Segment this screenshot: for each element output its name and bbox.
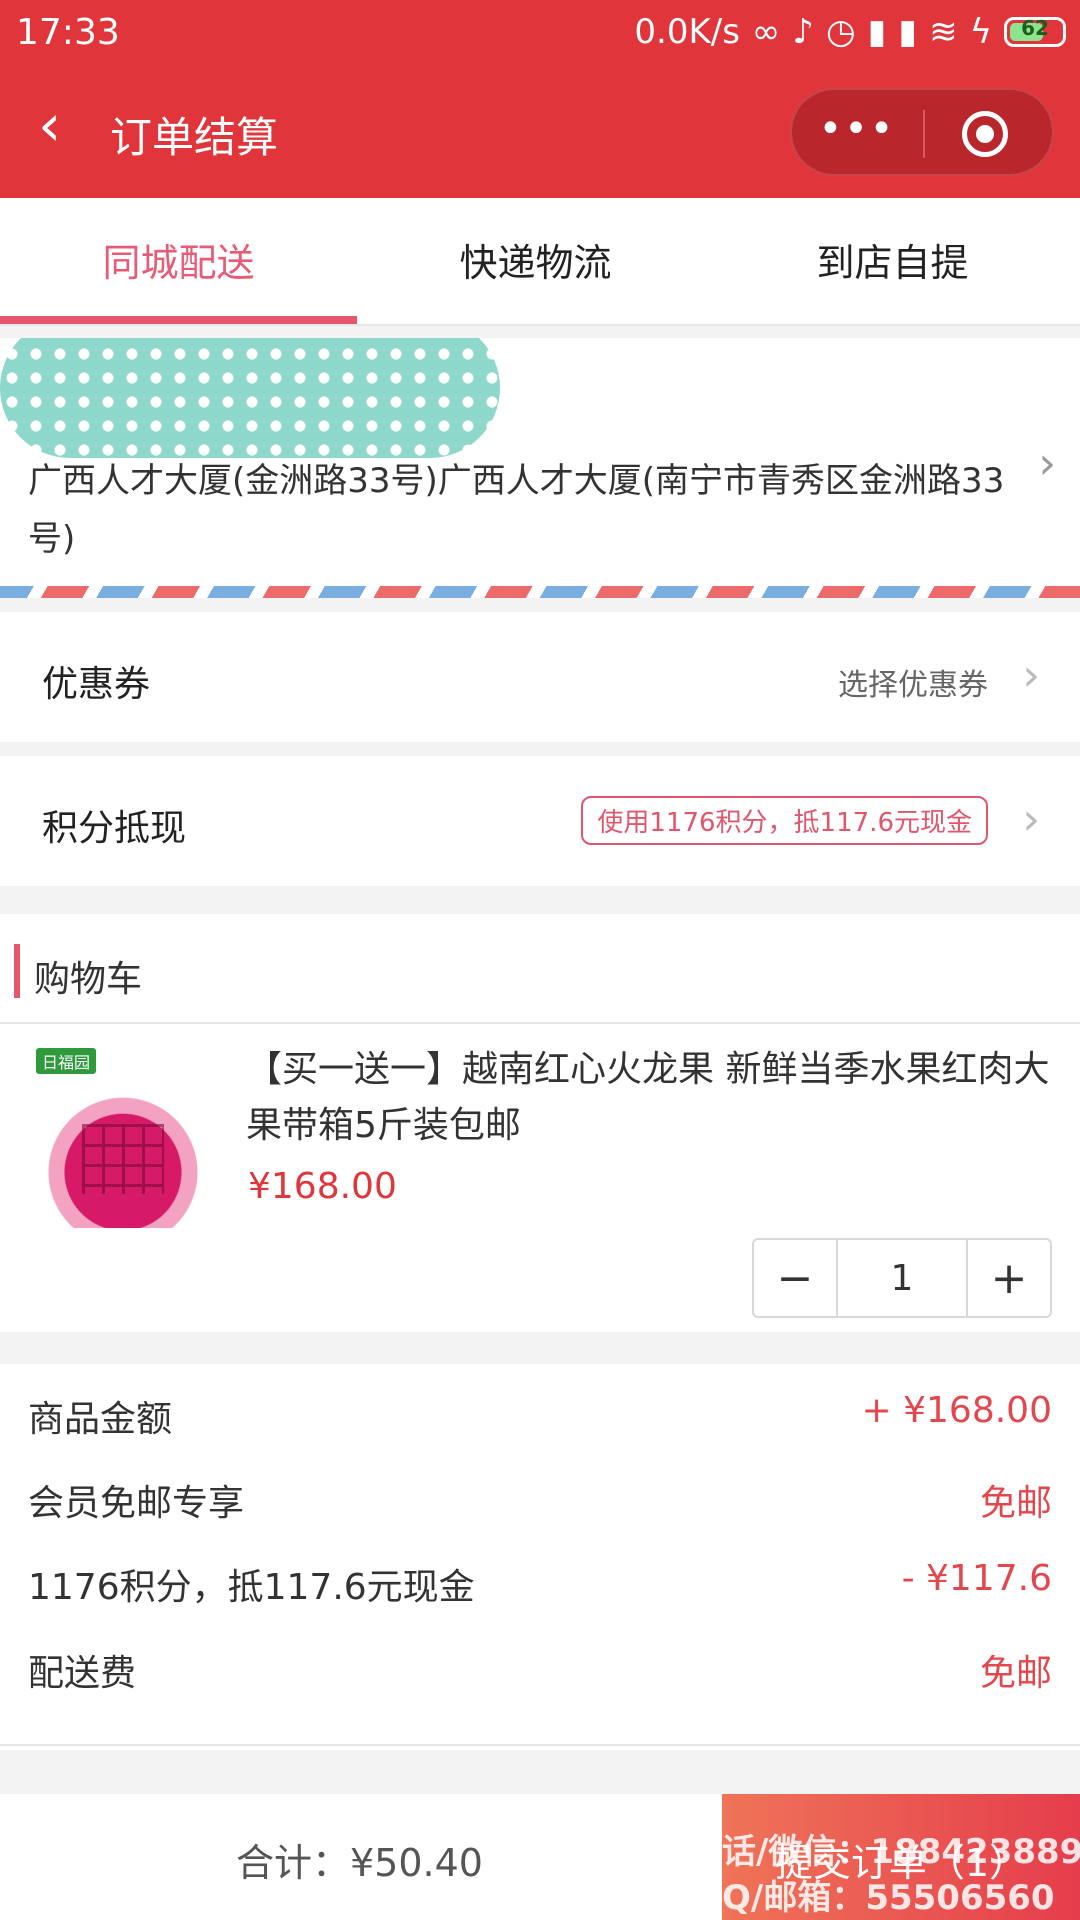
capsule-divider	[923, 110, 925, 158]
price-summary: 商品金额 + ¥168.00 会员免邮专享 免邮 1176积分，抵117.6元现…	[0, 1364, 1080, 1750]
signal-icon: ▮	[867, 12, 887, 52]
navigation-bar: ‹ 订单结算 •••	[0, 68, 1080, 198]
summary-divider	[0, 1744, 1080, 1746]
tab-store-pickup[interactable]: 到店自提	[714, 232, 1071, 287]
more-icon[interactable]: •••	[792, 106, 922, 152]
wifi-icon: ≋	[929, 12, 958, 52]
quantity-value[interactable]: 1	[836, 1240, 968, 1316]
watermark-line-1: 话/微信：18842388900	[722, 1832, 1080, 1872]
summary-value: - ¥117.6	[901, 1558, 1052, 1599]
charging-icon: ϟ	[969, 12, 992, 52]
decrease-button[interactable]: −	[754, 1240, 836, 1316]
summary-label: 会员免邮专享	[28, 1483, 245, 1524]
fruit-cut-pattern	[82, 1124, 164, 1194]
product-name[interactable]: 【买一送一】越南红心火龙果 新鲜当季水果红肉大果带箱5斤装包邮	[246, 1042, 1056, 1154]
active-tab-indicator	[0, 316, 357, 324]
coupon-label: 优惠券	[42, 664, 151, 705]
summary-row-goods: 商品金额 + ¥168.00	[0, 1382, 1080, 1442]
section-accent-bar	[14, 944, 20, 998]
address-text: 广西人才大厦(金洲路33号)广西人才大厦(南宁市青秀区金洲路33号)	[28, 461, 1005, 559]
tab-local-delivery[interactable]: 同城配送	[0, 232, 357, 287]
address-card[interactable]: 广西人才大厦(金洲路33号)广西人才大厦(南宁市青秀区金洲路33号) ›	[0, 338, 1080, 588]
increase-button[interactable]: +	[968, 1240, 1050, 1316]
coupon-value: 选择优惠券	[838, 668, 988, 703]
cart-section: 购物车 日福园 【买一送一】越南红心火龙果 新鲜当季水果红肉大果带箱5斤装包邮 …	[0, 914, 1080, 1332]
page-title: 订单结算	[110, 113, 279, 162]
privacy-mask	[0, 338, 500, 458]
summary-value: 免邮	[979, 1653, 1052, 1694]
points-badge: 使用1176积分，抵117.6元现金	[581, 796, 988, 845]
cart-title: 购物车	[34, 959, 143, 1000]
points-label: 积分抵现	[42, 808, 187, 849]
summary-row-points: 1176积分，抵117.6元现金 - ¥117.6	[0, 1550, 1080, 1610]
status-bar: 17:33 0.0K/s ∞ ♪ ◷ ▮ ▮ ≋ ϟ 62	[0, 0, 1080, 68]
mute-icon: ♪	[792, 12, 814, 52]
summary-row-delivery: 配送费 免邮	[0, 1636, 1080, 1696]
product-image[interactable]: 日福园	[30, 1042, 216, 1228]
alarm-icon: ◷	[825, 12, 856, 52]
points-row[interactable]: 积分抵现 使用1176积分，抵117.6元现金 ›	[0, 756, 1080, 886]
close-icon[interactable]	[962, 111, 1008, 157]
quantity-stepper: − 1 +	[752, 1238, 1052, 1318]
watermark-line-2: Q/邮箱：55506560	[722, 1878, 1055, 1918]
battery-level: 62	[1021, 16, 1049, 40]
chevron-right-icon: ›	[1022, 794, 1040, 845]
status-icons: 0.0K/s ∞ ♪ ◷ ▮ ▮ ≋ ϟ 62	[634, 12, 1066, 52]
summary-row-member-shipping: 会员免邮专享 免邮	[0, 1466, 1080, 1526]
back-icon[interactable]: ‹	[38, 96, 61, 154]
summary-label: 1176积分，抵117.6元现金	[28, 1567, 475, 1608]
product-brand-tag: 日福园	[36, 1048, 97, 1074]
chevron-right-icon: ›	[1038, 438, 1056, 489]
miniprogram-capsule: •••	[790, 88, 1054, 176]
airmail-border	[0, 586, 1080, 598]
cart-header: 购物车	[0, 914, 1080, 1024]
battery-icon: 62	[1004, 16, 1066, 47]
order-total: 合计：¥50.40	[236, 1841, 483, 1885]
chevron-right-icon: ›	[1022, 650, 1040, 701]
status-time: 17:33	[16, 12, 120, 53]
net-speed: 0.0K/s	[634, 12, 740, 52]
summary-value: + ¥168.00	[861, 1390, 1052, 1431]
tab-express[interactable]: 快递物流	[357, 232, 714, 287]
summary-label: 商品金额	[28, 1399, 173, 1440]
link-icon: ∞	[751, 12, 781, 52]
coupon-row[interactable]: 优惠券 选择优惠券 ›	[0, 612, 1080, 742]
signal-icon-2: ▮	[898, 12, 918, 52]
summary-label: 配送费	[28, 1653, 137, 1694]
summary-value: 免邮	[979, 1483, 1052, 1524]
product-price: ¥168.00	[248, 1166, 397, 1207]
delivery-tabs: 同城配送 快递物流 到店自提	[0, 198, 1080, 326]
